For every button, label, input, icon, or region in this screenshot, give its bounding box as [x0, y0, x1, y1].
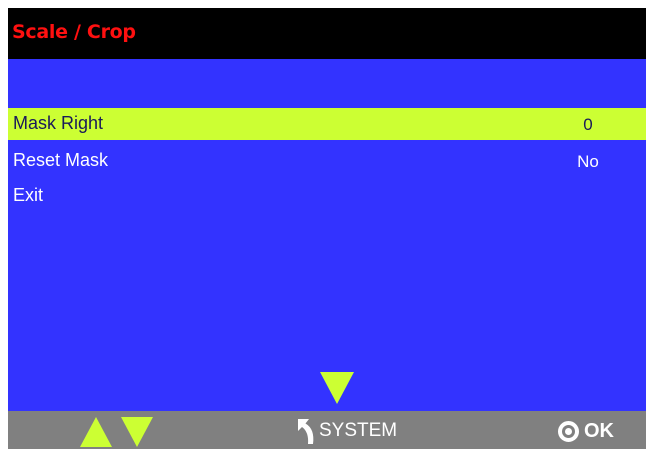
back-label: SYSTEM [319, 420, 398, 441]
menu-item-mask-right[interactable]: Mask Right 0 [8, 108, 646, 140]
menu-item-label: Reset Mask [13, 150, 109, 170]
circle-dot-icon [558, 420, 579, 442]
nav-up-icon[interactable] [80, 417, 112, 447]
title-bar: Scale / Crop [8, 8, 646, 59]
menu-item-reset-mask[interactable]: Reset Mask No [8, 145, 646, 177]
scroll-down-indicator-icon [320, 372, 354, 404]
ok-button[interactable]: OK [558, 416, 614, 446]
back-arrow-icon [298, 419, 314, 444]
menu-list: Mask Right 0 Reset Mask No Exit [8, 59, 646, 411]
menu-item-label: Exit [13, 185, 44, 205]
nav-down-icon[interactable] [121, 417, 153, 447]
menu-item-label: Mask Right [13, 113, 104, 133]
ok-label: OK [584, 419, 614, 442]
page-title: Scale / Crop [12, 21, 136, 43]
menu-item-exit[interactable]: Exit [8, 180, 646, 212]
footer-bar: SYSTEM OK [8, 411, 646, 449]
back-system-button[interactable]: SYSTEM [296, 416, 397, 446]
device-screen: Scale / Crop Mask Right 0 Reset Mask No … [8, 8, 646, 449]
menu-item-value: 0 [583, 115, 593, 134]
menu-item-value: No [577, 152, 599, 171]
